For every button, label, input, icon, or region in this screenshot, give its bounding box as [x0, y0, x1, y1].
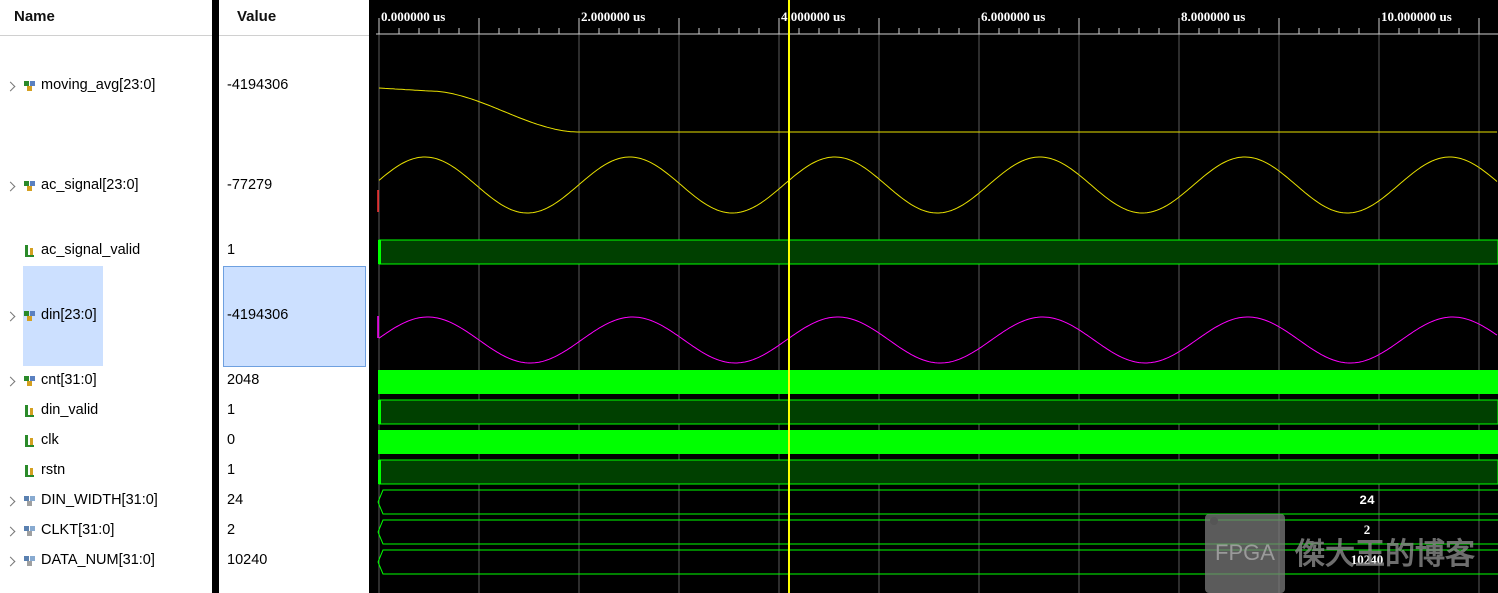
expand-chevron-icon[interactable] — [5, 526, 16, 537]
signal-value-row[interactable]: 1 — [219, 402, 369, 420]
bus-signal-icon — [24, 376, 35, 386]
signal-value: 1 — [227, 462, 236, 478]
signal-name: DIN_WIDTH[31:0] — [41, 492, 158, 508]
wave-rstn — [378, 459, 1498, 485]
signal-value-row[interactable]: 1 — [219, 242, 369, 260]
signal-name: CLKT[31:0] — [41, 522, 115, 538]
wave-din-valid-edge — [378, 400, 381, 424]
name-header-label: Name — [14, 8, 55, 25]
wave-rstn-edge — [378, 460, 381, 484]
wave-din-width — [377, 489, 1498, 515]
expand-chevron-icon[interactable] — [5, 376, 16, 387]
time-grid — [378, 34, 1480, 593]
signal-name: ac_signal_valid — [41, 242, 141, 258]
wave-ac-signal-valid — [378, 239, 1498, 265]
signal-row[interactable]: din[23:0] — [0, 307, 212, 325]
signal-row[interactable]: DATA_NUM[31:0] — [0, 552, 212, 570]
wave-moving-avg — [378, 87, 1497, 133]
signal-value-row[interactable]: 24 — [219, 492, 369, 510]
ruler-label: 6.000000 us — [981, 9, 1045, 24]
time-ruler[interactable]: 0.000000 us 2.000000 us 4.000000 us 6.00000… — [376, 9, 1498, 35]
signal-value: -77279 — [227, 177, 273, 193]
bus-signal-icon — [24, 311, 35, 321]
wave-clk — [378, 430, 1498, 454]
signal-value-row[interactable]: 0 — [219, 432, 369, 450]
signal-name: din[23:0] — [41, 307, 97, 323]
bus-value-din-width: 24 — [1359, 493, 1375, 508]
waveform-pane[interactable]: 0.000000 us 2.000000 us 4.000000 us 6.00000… — [376, 0, 1498, 593]
signal-name: DATA_NUM[31:0] — [41, 552, 155, 568]
watermark-badge: FPGA — [1215, 540, 1275, 565]
wave-din-valid — [378, 399, 1498, 425]
waveforms — [377, 87, 1498, 575]
wave-ac-signal-valid-edge — [378, 240, 381, 264]
expand-chevron-icon[interactable] — [5, 311, 16, 322]
signal-name: clk — [41, 432, 59, 448]
signal-value: 2 — [227, 522, 236, 538]
signal-value: 24 — [227, 492, 244, 508]
value-header-label: Value — [237, 8, 277, 25]
parameter-icon — [24, 526, 35, 536]
signal-row[interactable]: clk — [0, 432, 212, 450]
signal-row[interactable]: ac_signal[23:0] — [0, 177, 212, 195]
signal-row[interactable]: moving_avg[23:0] — [0, 77, 212, 95]
signal-value: 0 — [227, 432, 236, 448]
parameter-icon — [24, 556, 35, 566]
wave-din — [378, 316, 1498, 364]
wave-cnt — [378, 370, 1498, 394]
bus-signal-icon — [24, 81, 35, 91]
bus-signal-icon — [24, 181, 35, 191]
bit-signal-icon — [25, 465, 34, 477]
signal-value-row[interactable]: -4194306 — [219, 307, 369, 325]
ruler-label: 2.000000 us — [581, 9, 645, 24]
expand-chevron-icon[interactable] — [5, 181, 16, 192]
expand-chevron-icon[interactable] — [5, 556, 16, 567]
signal-value: 1 — [227, 242, 236, 258]
signal-value: 1 — [227, 402, 236, 418]
waveform-canvas[interactable]: 0.000000 us 2.000000 us 4.000000 us 6.00000… — [376, 0, 1498, 593]
value-column-header[interactable]: Value — [219, 0, 369, 36]
watermark-logo: FPGA 傑大王的博客 — [1205, 514, 1475, 593]
pane-splitter[interactable] — [369, 0, 376, 593]
signal-value-row[interactable]: 2048 — [219, 372, 369, 390]
signal-row[interactable]: rstn — [0, 462, 212, 480]
signal-row[interactable]: DIN_WIDTH[31:0] — [0, 492, 212, 510]
ruler-label: 0.000000 us — [381, 9, 445, 24]
signal-name: moving_avg[23:0] — [41, 77, 156, 93]
pane-splitter[interactable] — [212, 0, 219, 593]
parameter-icon — [24, 496, 35, 506]
signal-value: 2048 — [227, 372, 260, 388]
ruler-label: 8.000000 us — [1181, 9, 1245, 24]
signal-name-pane: Name moving_avg[23:0] ac_signal[23:0] ac_s… — [0, 0, 212, 593]
signal-value: -4194306 — [227, 307, 289, 323]
signal-value-row[interactable]: 2 — [219, 522, 369, 540]
signal-value: 10240 — [227, 552, 268, 568]
signal-name: din_valid — [41, 402, 99, 418]
signal-value-row[interactable]: -4194306 — [219, 77, 369, 95]
bit-signal-icon — [25, 405, 34, 417]
ruler-label: 10.000000 us — [1381, 9, 1452, 24]
expand-chevron-icon[interactable] — [5, 81, 16, 92]
signal-value-row[interactable]: 10240 — [219, 552, 369, 570]
expand-chevron-icon[interactable] — [5, 496, 16, 507]
wave-ac-signal — [378, 156, 1498, 214]
signal-value-pane: Value -4194306 -77279 1 -4194306 2048 1 0 1 24 2 1… — [219, 0, 369, 593]
signal-value-row[interactable]: 1 — [219, 462, 369, 480]
signal-row[interactable]: cnt[31:0] — [0, 372, 212, 390]
name-column-header[interactable]: Name — [0, 0, 212, 36]
signal-value: -4194306 — [227, 77, 289, 93]
signal-name: cnt[31:0] — [41, 372, 97, 388]
bit-signal-icon — [25, 435, 34, 447]
signal-name: rstn — [41, 462, 66, 478]
ruler-label: 4.000000 us — [781, 9, 845, 24]
watermark-text: 傑大王的博客 — [1294, 537, 1475, 572]
signal-row[interactable]: CLKT[31:0] — [0, 522, 212, 540]
signal-row[interactable]: din_valid — [0, 402, 212, 420]
signal-name: ac_signal[23:0] — [41, 177, 139, 193]
bit-signal-icon — [25, 245, 34, 257]
signal-row[interactable]: ac_signal_valid — [0, 242, 212, 260]
signal-value-row[interactable]: -77279 — [219, 177, 369, 195]
